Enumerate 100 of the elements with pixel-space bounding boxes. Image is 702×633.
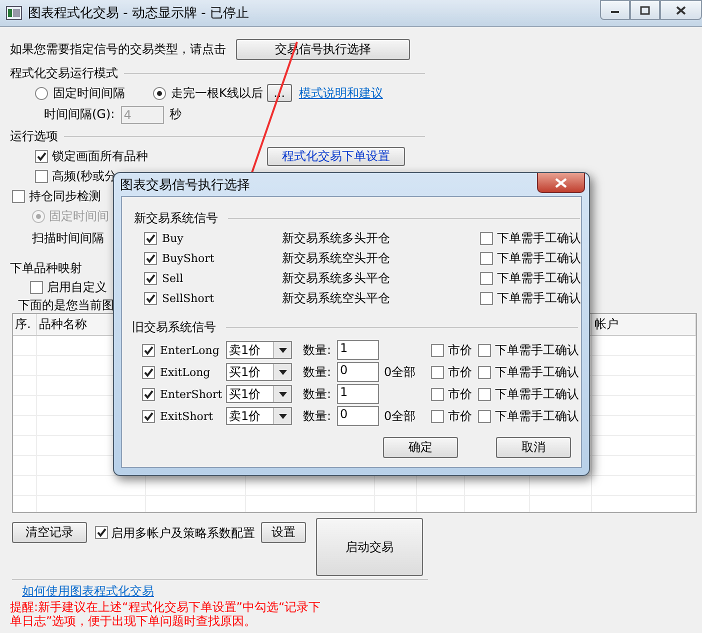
quantity-label: 数量: (303, 408, 332, 424)
checkbox-label: 市价 (448, 408, 472, 424)
note-text: 下面的是您当前图 (18, 296, 114, 314)
column-header: 帐户 (594, 316, 618, 333)
caret-icon (278, 348, 286, 352)
section-heading: 下单品种映射 (10, 260, 82, 276)
close-icon (555, 178, 567, 188)
checkbox[interactable] (478, 344, 491, 356)
price-dropdown[interactable]: 卖1价 (226, 341, 292, 359)
quantity-input[interactable]: 1 (337, 340, 379, 360)
checkbox[interactable] (480, 292, 493, 304)
checkbox-label: 市价 (448, 364, 472, 380)
radio-button[interactable] (153, 86, 166, 100)
checkbox[interactable] (95, 526, 108, 539)
section-heading: 程式化交易运行模式 (10, 64, 118, 82)
price-dropdown[interactable]: 买1价 (226, 385, 292, 403)
order-settings-button[interactable]: 程式化交易下单设置 (267, 146, 405, 166)
radio-label: 固定时间间隔 (53, 84, 126, 102)
checkbox-label: 市价 (448, 342, 472, 358)
group-heading: 新交易系统信号 (134, 210, 218, 226)
price-dropdown[interactable]: 卖1价 (226, 407, 292, 425)
close-button[interactable] (660, 0, 702, 20)
ok-button[interactable]: 确定 (383, 437, 458, 458)
radio-button[interactable] (35, 86, 48, 100)
checkbox[interactable] (431, 410, 444, 422)
clear-records-button[interactable]: 清空记录 (12, 522, 87, 543)
checkbox[interactable] (480, 272, 493, 284)
checkbox[interactable] (12, 190, 25, 202)
checkbox[interactable] (144, 252, 157, 264)
checkbox-label: 启用多帐户及策略系数配置 (111, 525, 255, 542)
checkbox-label: 下单需手工确认 (497, 290, 581, 306)
checkbox[interactable] (478, 366, 491, 378)
start-trading-button[interactable]: 启动交易 (316, 518, 423, 576)
checkbox[interactable] (431, 366, 444, 378)
minimize-button[interactable] (600, 0, 630, 20)
close-icon (676, 6, 686, 14)
signal-description: 新交易系统空头平仓 (282, 290, 391, 306)
quantity-label: 数量: (303, 386, 332, 402)
checkbox-label: 下单需手工确认 (495, 364, 579, 380)
more-button[interactable]: ... (266, 84, 292, 102)
checkbox[interactable] (144, 232, 157, 244)
checkbox[interactable] (142, 410, 155, 422)
signal-description: 新交易系统空头开仓 (282, 250, 391, 266)
group-heading: 旧交易系统信号 (132, 318, 216, 336)
checkbox-label: 下单需手工确认 (497, 230, 581, 246)
checkbox[interactable] (35, 150, 48, 162)
maximize-button[interactable] (630, 0, 660, 20)
checkbox[interactable] (144, 272, 157, 284)
app-icon (6, 6, 22, 20)
checkbox[interactable] (30, 281, 43, 294)
unit-label: 秒 (170, 106, 182, 123)
checkbox[interactable] (142, 344, 155, 356)
checkbox-label: 下单需手工确认 (495, 408, 579, 424)
scan-interval-label: 扫描时间间隔 (32, 230, 104, 246)
quantity-input[interactable]: 1 (337, 384, 379, 404)
mode-help-link[interactable]: 模式说明和建议 (298, 84, 383, 102)
checkbox-label: 下单需手工确认 (497, 250, 581, 266)
quantity-input[interactable]: 0 (337, 362, 379, 382)
dialog-title: 图表交易信号执行选择 (120, 176, 250, 194)
caret-icon (278, 414, 286, 418)
signal-name: EnterLong (160, 344, 220, 356)
checkbox-label: 下单需手工确认 (495, 342, 579, 358)
checkbox[interactable] (480, 252, 493, 264)
checkbox[interactable] (144, 292, 157, 304)
checkbox[interactable] (478, 388, 491, 400)
checkbox[interactable] (431, 344, 444, 356)
help-link[interactable]: 如何使用图表程式化交易 (22, 583, 154, 600)
cancel-button[interactable]: 取消 (496, 437, 571, 458)
signal-name: ExitLong (160, 366, 210, 378)
signal-name: SellShort (162, 292, 214, 304)
section-heading: 运行选项 (10, 128, 58, 144)
price-dropdown[interactable]: 买1价 (226, 363, 292, 381)
interval-label: 时间间隔(G): (44, 106, 115, 123)
signal-name: Sell (162, 272, 184, 284)
checkbox[interactable] (142, 388, 155, 400)
checkbox-label: 锁定画面所有品种 (52, 148, 149, 164)
checkbox[interactable] (480, 232, 493, 244)
checkbox[interactable] (478, 410, 491, 422)
column-header: 序. (15, 316, 31, 333)
checkbox-label: 下单需手工确认 (497, 270, 581, 286)
quantity-input[interactable]: 0 (337, 406, 379, 426)
signal-description: 新交易系统多头平仓 (282, 270, 391, 286)
checkbox-label: 启用自定义 (47, 279, 107, 296)
all-label: 0全部 (384, 364, 416, 378)
radio-label: 固定时间间 (49, 208, 109, 224)
close-button[interactable] (537, 173, 585, 193)
checkbox-label: 下单需手工确认 (495, 386, 579, 402)
radio-label: 走完一根K线以后 (171, 84, 263, 102)
quantity-label: 数量: (303, 342, 332, 358)
checkbox[interactable] (35, 170, 48, 182)
prompt-text: 如果您需要指定信号的交易类型，请点击 (10, 40, 226, 58)
all-label: 0全部 (384, 408, 416, 422)
checkbox[interactable] (142, 366, 155, 378)
settings-button[interactable]: 设置 (261, 522, 306, 543)
checkbox-label: 市价 (448, 386, 472, 402)
signal-name: EnterShort (160, 388, 222, 400)
signal-description: 新交易系统多头开仓 (282, 230, 391, 246)
checkbox[interactable] (431, 388, 444, 400)
warning-text: 提醒:新手建议在上述“程式化交易下单设置”中勾选“记录下单日志”选项，便于出现下单问题时查找原因。 (10, 600, 322, 628)
maximize-icon (640, 6, 650, 14)
